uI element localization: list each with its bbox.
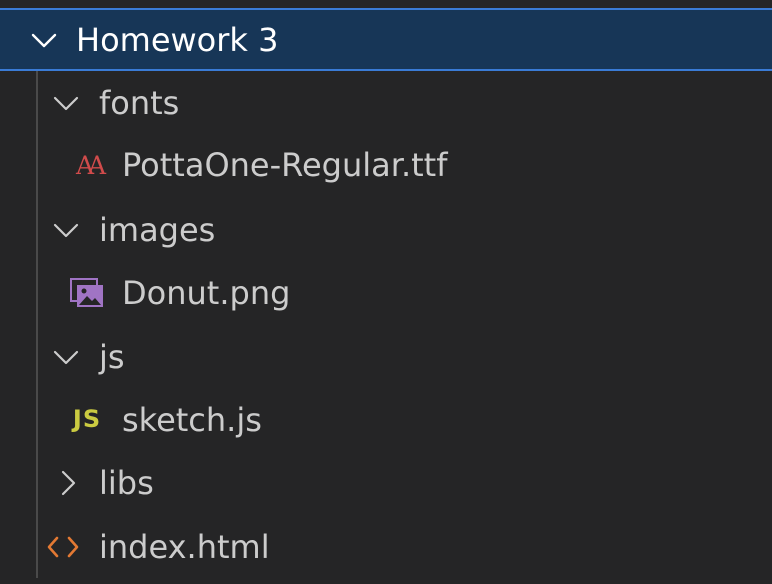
folder-label: fonts: [99, 84, 180, 122]
html-file-icon: [47, 536, 79, 558]
chevron-down-icon: [53, 223, 79, 238]
tree-item-folder-libs[interactable]: libs: [0, 452, 772, 514]
tree-item-file-image[interactable]: Donut.png: [0, 262, 772, 324]
font-file-icon: AA: [75, 150, 106, 180]
file-label: Donut.png: [122, 274, 291, 312]
root-folder-label: Homework 3: [76, 20, 279, 59]
tree-item-root-folder[interactable]: Homework 3: [0, 8, 772, 71]
file-label: sketch.js: [122, 401, 262, 439]
tree-item-file-font[interactable]: AA PottaOne-Regular.ttf: [0, 134, 772, 196]
file-explorer-tree: Homework 3 fonts AA PottaOne-Regular.ttf…: [0, 0, 772, 584]
image-file-icon: [70, 278, 103, 307]
chevron-down-icon: [31, 33, 57, 48]
chevron-right-icon: [61, 470, 76, 496]
file-label: index.html: [99, 528, 270, 566]
javascript-file-icon: JS: [72, 405, 102, 433]
tree-item-file-html[interactable]: index.html: [0, 516, 772, 578]
tree-item-folder-fonts[interactable]: fonts: [0, 72, 772, 134]
chevron-down-icon: [53, 350, 79, 365]
tree-item-folder-images[interactable]: images: [0, 199, 772, 261]
chevron-down-icon: [53, 96, 79, 111]
folder-label: js: [99, 338, 125, 376]
tree-item-folder-js[interactable]: js: [0, 326, 772, 388]
file-label: PottaOne-Regular.ttf: [122, 146, 448, 184]
folder-label: images: [99, 211, 216, 249]
folder-label: libs: [99, 464, 154, 502]
tree-item-file-javascript[interactable]: JS sketch.js: [0, 389, 772, 451]
